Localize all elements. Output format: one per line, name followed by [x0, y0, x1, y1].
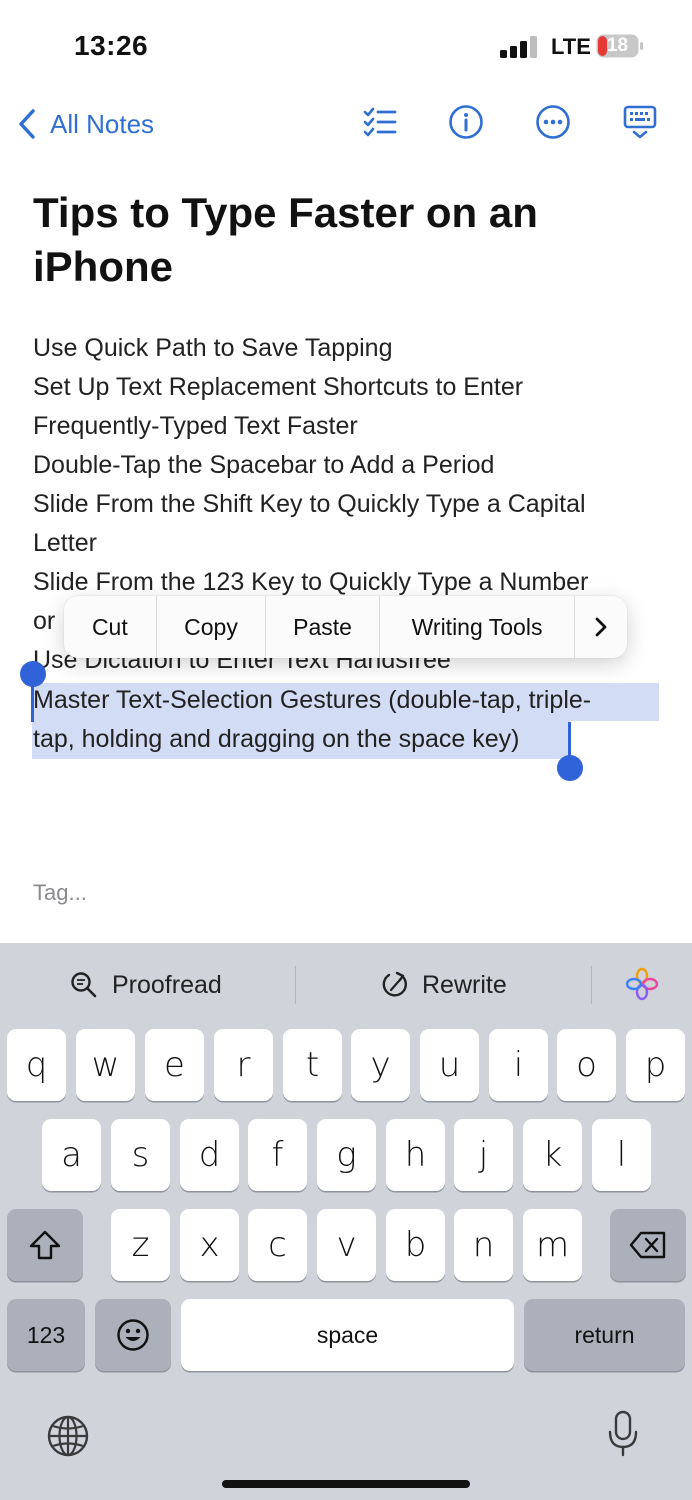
- rewrite-label: Rewrite: [422, 970, 507, 999]
- key-j[interactable]: j: [454, 1119, 513, 1191]
- note-line[interactable]: Use Quick Path to Save Tapping: [33, 329, 392, 368]
- key-b[interactable]: b: [386, 1209, 445, 1281]
- key-e[interactable]: e: [145, 1029, 204, 1101]
- globe-icon: [47, 1415, 89, 1457]
- cellular-signal-icon: [500, 36, 537, 58]
- apple-intelligence-button[interactable]: [624, 966, 660, 1002]
- menu-more-button[interactable]: [575, 596, 627, 658]
- back-button-label: All Notes: [50, 108, 155, 139]
- ellipsis-circle-icon: [536, 105, 570, 139]
- note-line[interactable]: Letter: [33, 524, 97, 563]
- key-m[interactable]: m: [523, 1209, 582, 1281]
- status-time: 13:26: [74, 30, 149, 61]
- key-h[interactable]: h: [386, 1119, 445, 1191]
- note-title[interactable]: Tips to Type Faster on an iPhone: [33, 186, 633, 294]
- checklist-icon: [363, 107, 397, 137]
- note-title-line: Tips to Type Faster on an: [33, 189, 538, 236]
- selection-end-handle[interactable]: [557, 755, 583, 781]
- suggestion-divider: [295, 966, 296, 1004]
- key-u[interactable]: u: [420, 1029, 479, 1101]
- key-d[interactable]: d: [180, 1119, 239, 1191]
- key-g[interactable]: g: [317, 1119, 376, 1191]
- key-x[interactable]: x: [180, 1209, 239, 1281]
- dictation-button[interactable]: [606, 1410, 640, 1458]
- apple-intelligence-icon: [625, 967, 659, 1001]
- network-type: LTE: [551, 34, 591, 59]
- note-line[interactable]: Double-Tap the Spacebar to Add a Period: [33, 446, 494, 485]
- info-button[interactable]: [444, 100, 488, 144]
- chevron-right-icon: [595, 617, 607, 637]
- key-o[interactable]: o: [557, 1029, 616, 1101]
- info-icon: [449, 105, 483, 139]
- key-s[interactable]: s: [111, 1119, 170, 1191]
- return-key[interactable]: return: [524, 1299, 685, 1371]
- note-line[interactable]: Slide From the Shift Key to Quickly Type…: [33, 485, 586, 524]
- suggestion-divider: [591, 966, 592, 1004]
- key-k[interactable]: k: [523, 1119, 582, 1191]
- note-line[interactable]: or: [33, 602, 55, 641]
- key-l[interactable]: l: [592, 1119, 651, 1191]
- back-button[interactable]: All Notes: [18, 104, 154, 144]
- numbers-key[interactable]: 123: [7, 1299, 85, 1371]
- home-indicator[interactable]: [222, 1480, 470, 1488]
- key-t[interactable]: t: [283, 1029, 342, 1101]
- proofread-button[interactable]: Proofread: [70, 960, 222, 1010]
- magnifier-text-icon: [71, 972, 97, 998]
- battery-level: 18: [606, 35, 629, 56]
- microphone-icon: [608, 1410, 638, 1457]
- key-i[interactable]: i: [489, 1029, 548, 1101]
- shift-key[interactable]: [7, 1209, 83, 1281]
- rewrite-button[interactable]: Rewrite: [380, 960, 507, 1010]
- shift-icon: [29, 1230, 61, 1260]
- selection-start-caret: [31, 676, 34, 722]
- dismiss-keyboard-button[interactable]: [618, 100, 662, 144]
- key-a[interactable]: a: [42, 1119, 101, 1191]
- backspace-icon: [629, 1231, 666, 1259]
- key-r[interactable]: r: [214, 1029, 273, 1101]
- note-title-line: iPhone: [33, 243, 174, 290]
- key-c[interactable]: c: [248, 1209, 307, 1281]
- proofread-label: Proofread: [112, 970, 222, 999]
- key-n[interactable]: n: [454, 1209, 513, 1281]
- tag-input[interactable]: Tag...: [33, 880, 87, 906]
- key-w[interactable]: w: [76, 1029, 135, 1101]
- note-line[interactable]: Frequently-Typed Text Faster: [33, 407, 358, 446]
- key-y[interactable]: y: [351, 1029, 410, 1101]
- emoji-icon: [117, 1319, 149, 1351]
- note-line[interactable]: Set Up Text Replacement Shortcuts to Ent…: [33, 368, 523, 407]
- key-p[interactable]: p: [626, 1029, 685, 1101]
- paste-button[interactable]: Paste: [266, 596, 380, 658]
- key-f[interactable]: f: [248, 1119, 307, 1191]
- key-q[interactable]: q: [7, 1029, 66, 1101]
- battery-icon: 18: [596, 34, 644, 58]
- globe-button[interactable]: [46, 1414, 90, 1458]
- edit-context-menu: Cut Copy Paste Writing Tools: [64, 596, 627, 658]
- cut-button[interactable]: Cut: [64, 596, 157, 658]
- emoji-key[interactable]: [95, 1299, 171, 1371]
- note-line-selected[interactable]: tap, holding and dragging on the space k…: [33, 720, 519, 759]
- delete-key[interactable]: [610, 1209, 686, 1281]
- copy-button[interactable]: Copy: [157, 596, 267, 658]
- space-key[interactable]: space: [181, 1299, 514, 1371]
- note-line-selected[interactable]: Master Text-Selection Gestures (double-t…: [33, 681, 591, 720]
- checklist-button[interactable]: [358, 100, 402, 144]
- rewrite-icon: [382, 971, 407, 997]
- more-button[interactable]: [531, 100, 575, 144]
- keyboard-dismiss-icon: [623, 105, 657, 139]
- key-z[interactable]: z: [111, 1209, 170, 1281]
- writing-tools-button[interactable]: Writing Tools: [380, 596, 576, 658]
- chevron-left-icon: [19, 109, 35, 139]
- key-v[interactable]: v: [317, 1209, 376, 1281]
